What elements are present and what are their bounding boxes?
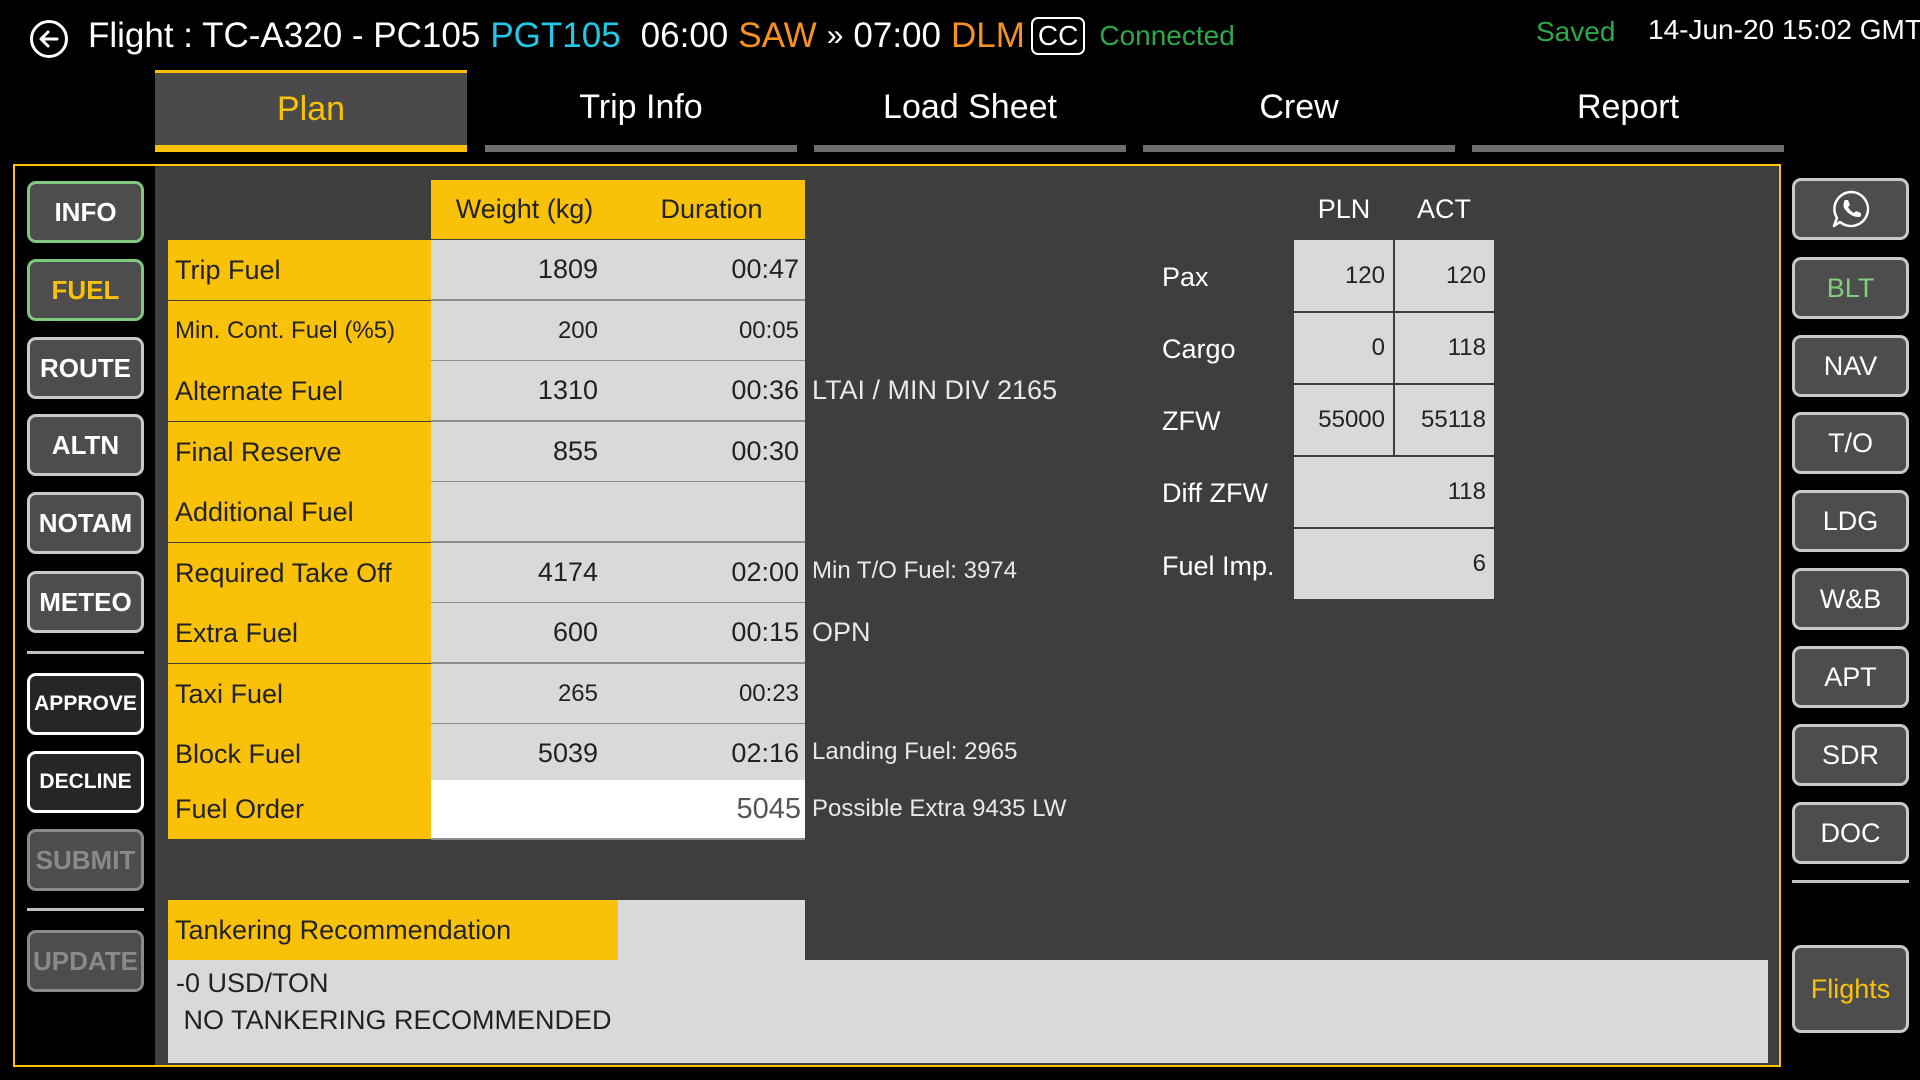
fuel-row-duration: 00:30	[618, 422, 805, 483]
nav-divider	[27, 908, 144, 911]
meteo-button[interactable]: METEO	[27, 571, 144, 633]
back-button[interactable]	[30, 20, 68, 58]
fuel-row-duration: 02:00	[618, 543, 805, 604]
tab-crew[interactable]: Crew	[1143, 70, 1455, 152]
connection-status: Connected	[1099, 20, 1235, 51]
pax-label: Pax	[1162, 262, 1209, 292]
fuel-row-duration: 00:05	[618, 301, 805, 362]
fuel-row-duration: 00:36	[618, 361, 805, 422]
right-nav-divider	[1792, 880, 1909, 883]
arrival-airport: DLM	[950, 16, 1025, 55]
fuel-imp-value: 6	[1294, 529, 1494, 599]
tab-trip-info[interactable]: Trip Info	[485, 70, 797, 152]
cargo-act-value: 118	[1395, 313, 1494, 383]
approve-button[interactable]: APPROVE	[27, 673, 144, 735]
save-status: Saved	[1536, 16, 1616, 47]
weight-balance-button[interactable]: W&B	[1792, 568, 1909, 630]
flights-button[interactable]: Flights	[1792, 945, 1909, 1033]
zfw-act-value: 55118	[1395, 385, 1494, 455]
zfw-label: ZFW	[1162, 406, 1221, 436]
fuel-button[interactable]: FUEL	[27, 259, 144, 321]
landing-button[interactable]: LDG	[1792, 490, 1909, 552]
fuel-row-weight: 4174	[431, 543, 618, 604]
fuel-row-label: Min. Cont. Fuel (%5)	[168, 301, 431, 362]
cargo-label: Cargo	[1162, 334, 1236, 364]
route-button[interactable]: ROUTE	[27, 337, 144, 399]
cc-badge: CC	[1030, 17, 1086, 55]
duration-column-header: Duration	[660, 194, 763, 224]
fuel-row-duration: 00:15	[618, 603, 805, 664]
tankering-text: -0 USD/TON NO TANKERING RECOMMENDED	[168, 960, 1768, 1063]
info-button[interactable]: INFO	[27, 181, 144, 243]
flight-label: Flight : TC-A320 - PC105	[88, 16, 481, 55]
fuel-row-note: Landing Fuel: 2965	[812, 738, 1018, 765]
pax-pln-value: 120	[1294, 240, 1393, 311]
pln-column-header: PLN	[1317, 194, 1371, 224]
fuel-row-weight	[431, 482, 618, 543]
fuel-row-label: Taxi Fuel	[168, 664, 431, 725]
fuel-row-note: OPN	[812, 617, 871, 647]
fuel-row-duration: 00:23	[618, 664, 805, 725]
sdr-button[interactable]: SDR	[1792, 724, 1909, 786]
diff-zfw-label: Diff ZFW	[1162, 478, 1268, 508]
fuel-row-duration: 02:16	[618, 724, 805, 785]
tab-plan[interactable]: Plan	[155, 70, 467, 152]
fuel-row-duration: 00:47	[618, 240, 805, 301]
doc-button[interactable]: DOC	[1792, 802, 1909, 864]
tankering-value	[618, 900, 805, 960]
blt-button[interactable]: BLT	[1792, 257, 1909, 319]
whatsapp-button[interactable]	[1792, 178, 1909, 240]
arrival-time: 07:00	[853, 16, 941, 55]
fuel-row-duration	[618, 482, 805, 543]
takeoff-button[interactable]: T/O	[1792, 412, 1909, 474]
arrow-left-icon	[39, 30, 59, 48]
fuel-row-weight: 200	[431, 301, 618, 362]
act-column-header: ACT	[1417, 194, 1471, 224]
tab-load-sheet[interactable]: Load Sheet	[814, 70, 1126, 152]
update-button[interactable]: UPDATE	[27, 930, 144, 992]
fuel-order-label: Fuel Order	[168, 780, 431, 840]
fuel-row-label: Final Reserve	[168, 422, 431, 483]
fuel-row-label: Additional Fuel	[168, 482, 431, 543]
submit-button[interactable]: SUBMIT	[27, 829, 144, 891]
fuel-row-note: Min T/O Fuel: 3974	[812, 557, 1017, 584]
fuel-row-note: LTAI / MIN DIV 2165	[812, 375, 1058, 405]
airport-button[interactable]: APT	[1792, 646, 1909, 708]
flight-title: Flight : TC-A320 - PC105 PGT105 06:00 SA…	[88, 12, 1235, 60]
altn-button[interactable]: ALTN	[27, 414, 144, 476]
weight-column-header: Weight (kg)	[455, 194, 594, 224]
fuel-row-label: Extra Fuel	[168, 603, 431, 664]
fuel-row-label: Block Fuel	[168, 724, 431, 785]
whatsapp-icon	[1832, 190, 1869, 228]
nav-divider	[27, 651, 144, 654]
zfw-pln-value: 55000	[1294, 385, 1393, 455]
departure-time: 06:00	[640, 16, 729, 55]
fuel-row-weight: 1809	[431, 240, 618, 301]
fuel-row-weight: 5039	[431, 724, 618, 785]
route-arrow: »	[826, 19, 844, 52]
fuel-table-header: Weight (kg) Duration	[431, 180, 805, 239]
header-datetime: 14-Jun-20 15:02 GMT	[1648, 14, 1920, 45]
header-bar: Flight : TC-A320 - PC105 PGT105 06:00 SA…	[0, 0, 1920, 72]
fuel-row-weight: 265	[431, 664, 618, 725]
diff-zfw-value: 118	[1294, 457, 1494, 527]
fuel-order-note: Possible Extra 9435 LW	[812, 795, 1067, 822]
pax-act-value: 120	[1395, 240, 1494, 311]
fuel-order-input[interactable]: 5045	[431, 780, 805, 840]
fuel-imp-label: Fuel Imp.	[1162, 551, 1275, 581]
flight-code: PGT105	[490, 16, 621, 55]
notam-button[interactable]: NOTAM	[27, 492, 144, 554]
fuel-row-label: Alternate Fuel	[168, 361, 431, 422]
fuel-row-label: Trip Fuel	[168, 240, 431, 301]
fuel-row-weight: 600	[431, 603, 618, 664]
tab-report[interactable]: Report	[1472, 70, 1784, 152]
fuel-row-label: Required Take Off	[168, 543, 431, 604]
nav-button[interactable]: NAV	[1792, 335, 1909, 397]
decline-button[interactable]: DECLINE	[27, 751, 144, 813]
departure-airport: SAW	[738, 16, 817, 55]
fuel-row-weight: 855	[431, 422, 618, 483]
tankering-label: Tankering Recommendation	[168, 900, 618, 960]
cargo-pln-value: 0	[1294, 313, 1393, 383]
fuel-row-weight: 1310	[431, 361, 618, 422]
